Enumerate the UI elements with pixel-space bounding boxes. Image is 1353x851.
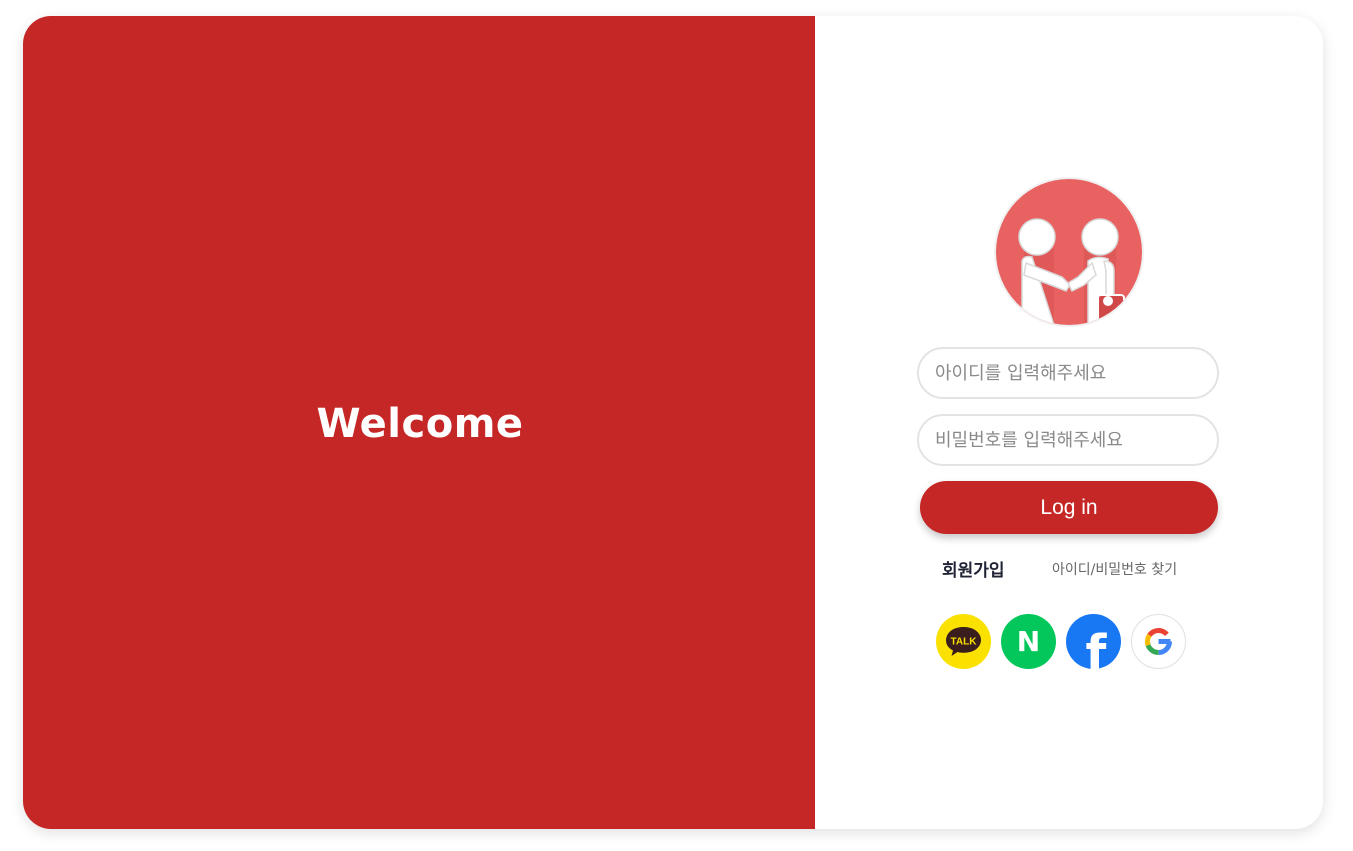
google-icon: G [1145,628,1172,655]
kakao-login-button[interactable]: TALK [936,614,991,669]
kakao-badge-text: TALK [951,637,978,648]
login-button[interactable]: Log in [920,481,1218,534]
kakao-talk-icon: TALK [936,614,991,669]
password-input[interactable] [917,414,1219,466]
id-input[interactable] [917,347,1219,399]
facebook-login-button[interactable]: f [1066,614,1121,669]
welcome-heading: Welcome [316,400,524,447]
google-login-button[interactable]: G [1131,614,1186,669]
find-account-link[interactable]: 아이디/비밀번호 찾기 [1052,559,1177,579]
handshake-avatar-icon [996,179,1142,325]
welcome-panel: Welcome [23,16,815,829]
login-card: Welcome 아이디를 입력해주세요 Log in 회원가입 아이디/비밀번호… [23,16,1323,829]
facebook-icon: f [1066,614,1121,669]
naver-icon: N [1001,614,1056,669]
account-links: 회원가입 아이디/비밀번호 찾기 [815,556,1323,581]
signup-link[interactable]: 회원가입 [942,556,1005,581]
naver-letter: N [1017,625,1040,658]
login-panel: Log in 회원가입 아이디/비밀번호 찾기 TALK N f [815,16,1323,829]
facebook-letter: f [1086,625,1108,669]
naver-login-button[interactable]: N [1001,614,1056,669]
